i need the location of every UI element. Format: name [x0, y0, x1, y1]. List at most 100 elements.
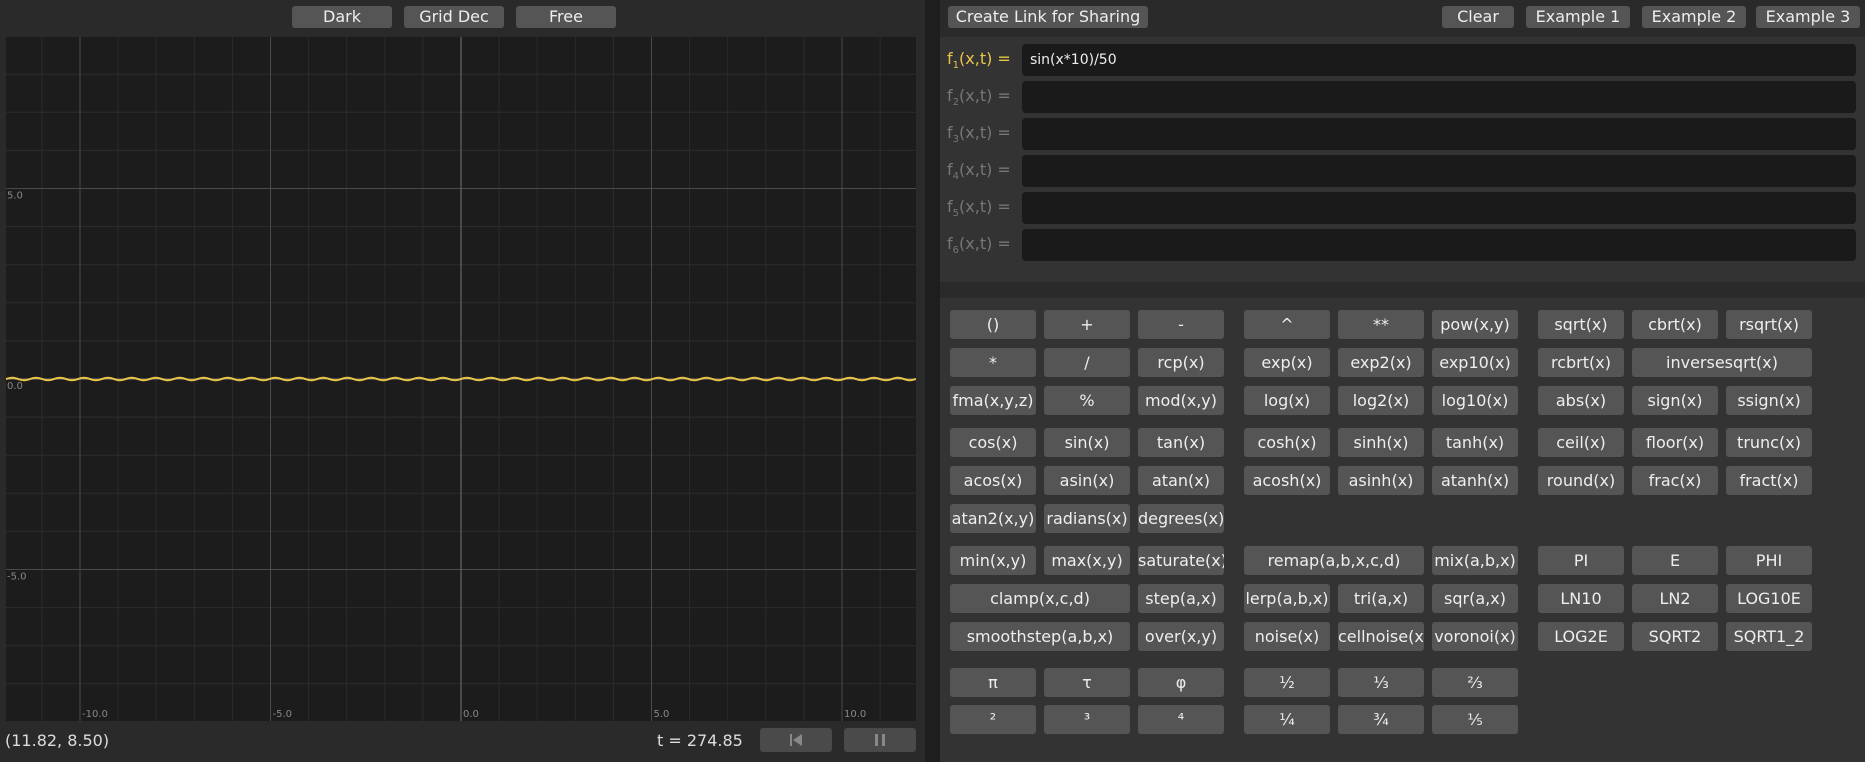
graph-canvas[interactable]: -10.0 -5.0 0.0 5.0 10.0 5.0 0.0 -5.0 — [6, 37, 916, 721]
example-1-button[interactable]: Example 1 — [1526, 6, 1630, 28]
key-power[interactable]: ^ — [1244, 310, 1330, 339]
graph-svg[interactable]: -10.0 -5.0 0.0 5.0 10.0 5.0 0.0 -5.0 — [6, 37, 916, 721]
key-power[interactable]: pow(x,y) — [1432, 310, 1518, 339]
function-input[interactable] — [1022, 192, 1856, 224]
key-fractions[interactable]: ⅓ — [1338, 668, 1424, 697]
key-power[interactable]: log10(x) — [1432, 386, 1518, 415]
key-roots[interactable]: rsqrt(x) — [1726, 310, 1812, 339]
key-power[interactable]: exp(x) — [1244, 348, 1330, 377]
key-basic[interactable]: % — [1044, 386, 1130, 415]
key-interp[interactable]: mix(a,b,x) — [1432, 546, 1518, 575]
key-trig[interactable]: tan(x) — [1138, 428, 1224, 457]
key-constants[interactable]: PI — [1538, 546, 1624, 575]
key-interp[interactable]: sqr(a,x) — [1432, 584, 1518, 613]
key-basic[interactable]: + — [1044, 310, 1130, 339]
key-minmax[interactable]: smoothstep(a,b,x) — [950, 622, 1130, 651]
key-interp[interactable]: cellnoise(x) — [1338, 622, 1424, 651]
key-roots[interactable]: sign(x) — [1632, 386, 1718, 415]
key-constants[interactable]: LOG10E — [1726, 584, 1812, 613]
key-roots[interactable]: inversesqrt(x) — [1632, 348, 1812, 377]
key-minmax[interactable]: max(x,y) — [1044, 546, 1130, 575]
key-hyper[interactable]: asinh(x) — [1338, 466, 1424, 495]
clear-button[interactable]: Clear — [1442, 6, 1514, 28]
key-hyper[interactable]: sinh(x) — [1338, 428, 1424, 457]
key-constants[interactable]: LOG2E — [1538, 622, 1624, 651]
key-minmax[interactable]: min(x,y) — [950, 546, 1036, 575]
function-input[interactable] — [1022, 155, 1856, 187]
key-minmax[interactable]: over(x,y) — [1138, 622, 1224, 651]
key-interp[interactable]: lerp(a,b,x) — [1244, 584, 1330, 613]
key-basic[interactable]: / — [1044, 348, 1130, 377]
key-power[interactable]: log(x) — [1244, 386, 1330, 415]
function-input[interactable] — [1022, 229, 1856, 261]
key-rounding[interactable]: frac(x) — [1632, 466, 1718, 495]
key-constants[interactable]: SQRT2 — [1632, 622, 1718, 651]
pane-divider[interactable] — [925, 0, 940, 762]
key-hyper[interactable]: atanh(x) — [1432, 466, 1518, 495]
key-minmax[interactable]: step(a,x) — [1138, 584, 1224, 613]
function-input[interactable] — [1022, 44, 1856, 76]
key-power[interactable]: ** — [1338, 310, 1424, 339]
key-constants[interactable]: SQRT1_2 — [1726, 622, 1812, 651]
key-roots[interactable]: abs(x) — [1538, 386, 1624, 415]
key-roots[interactable]: sqrt(x) — [1538, 310, 1624, 339]
key-minmax[interactable]: saturate(x) — [1138, 546, 1224, 575]
share-link-button[interactable]: Create Link for Sharing — [948, 6, 1148, 28]
key-constants[interactable]: E — [1632, 546, 1718, 575]
key-rounding[interactable]: ceil(x) — [1538, 428, 1624, 457]
grid-mode-button[interactable]: Grid Dec — [404, 6, 504, 28]
key-roots[interactable]: rcbrt(x) — [1538, 348, 1624, 377]
key-trig[interactable]: radians(x) — [1044, 504, 1130, 533]
key-interp[interactable]: noise(x) — [1244, 622, 1330, 651]
key-symbols[interactable]: ³ — [1044, 705, 1130, 734]
key-trig[interactable]: atan2(x,y) — [950, 504, 1036, 533]
key-interp[interactable]: tri(a,x) — [1338, 584, 1424, 613]
key-trig[interactable]: acos(x) — [950, 466, 1036, 495]
key-trig[interactable]: atan(x) — [1138, 466, 1224, 495]
pause-button[interactable] — [844, 728, 916, 752]
key-basic[interactable]: () — [950, 310, 1036, 339]
example-2-button[interactable]: Example 2 — [1642, 6, 1746, 28]
key-fractions[interactable]: ⅕ — [1432, 705, 1518, 734]
key-symbols[interactable]: τ — [1044, 668, 1130, 697]
key-symbols[interactable]: ⁴ — [1138, 705, 1224, 734]
key-rounding[interactable]: round(x) — [1538, 466, 1624, 495]
key-minmax[interactable]: clamp(x,c,d) — [950, 584, 1130, 613]
key-rounding[interactable]: fract(x) — [1726, 466, 1812, 495]
key-fractions[interactable]: ¾ — [1338, 705, 1424, 734]
key-hyper[interactable]: acosh(x) — [1244, 466, 1330, 495]
key-hyper[interactable]: cosh(x) — [1244, 428, 1330, 457]
key-trig[interactable]: sin(x) — [1044, 428, 1130, 457]
key-basic[interactable]: fma(x,y,z) — [950, 386, 1036, 415]
key-fractions[interactable]: ½ — [1244, 668, 1330, 697]
key-constants[interactable]: LN2 — [1632, 584, 1718, 613]
example-3-button[interactable]: Example 3 — [1756, 6, 1860, 28]
key-hyper[interactable]: tanh(x) — [1432, 428, 1518, 457]
key-fractions[interactable]: ¼ — [1244, 705, 1330, 734]
key-trig[interactable]: asin(x) — [1044, 466, 1130, 495]
key-interp[interactable]: voronoi(x) — [1432, 622, 1518, 651]
key-symbols[interactable]: π — [950, 668, 1036, 697]
key-basic[interactable]: - — [1138, 310, 1224, 339]
key-basic[interactable]: * — [950, 348, 1036, 377]
function-input[interactable] — [1022, 81, 1856, 113]
key-symbols[interactable]: φ — [1138, 668, 1224, 697]
key-roots[interactable]: cbrt(x) — [1632, 310, 1718, 339]
key-symbols[interactable]: ² — [950, 705, 1036, 734]
key-trig[interactable]: degrees(x) — [1138, 504, 1224, 533]
key-fractions[interactable]: ⅔ — [1432, 668, 1518, 697]
rewind-button[interactable] — [760, 728, 832, 752]
key-power[interactable]: log2(x) — [1338, 386, 1424, 415]
key-basic[interactable]: rcp(x) — [1138, 348, 1224, 377]
key-interp[interactable]: remap(a,b,x,c,d) — [1244, 546, 1424, 575]
function-input[interactable] — [1022, 118, 1856, 150]
key-constants[interactable]: LN10 — [1538, 584, 1624, 613]
key-basic[interactable]: mod(x,y) — [1138, 386, 1224, 415]
view-mode-button[interactable]: Free — [516, 6, 616, 28]
key-power[interactable]: exp2(x) — [1338, 348, 1424, 377]
theme-toggle-button[interactable]: Dark — [292, 6, 392, 28]
key-roots[interactable]: ssign(x) — [1726, 386, 1812, 415]
key-power[interactable]: exp10(x) — [1432, 348, 1518, 377]
key-rounding[interactable]: trunc(x) — [1726, 428, 1812, 457]
key-constants[interactable]: PHI — [1726, 546, 1812, 575]
